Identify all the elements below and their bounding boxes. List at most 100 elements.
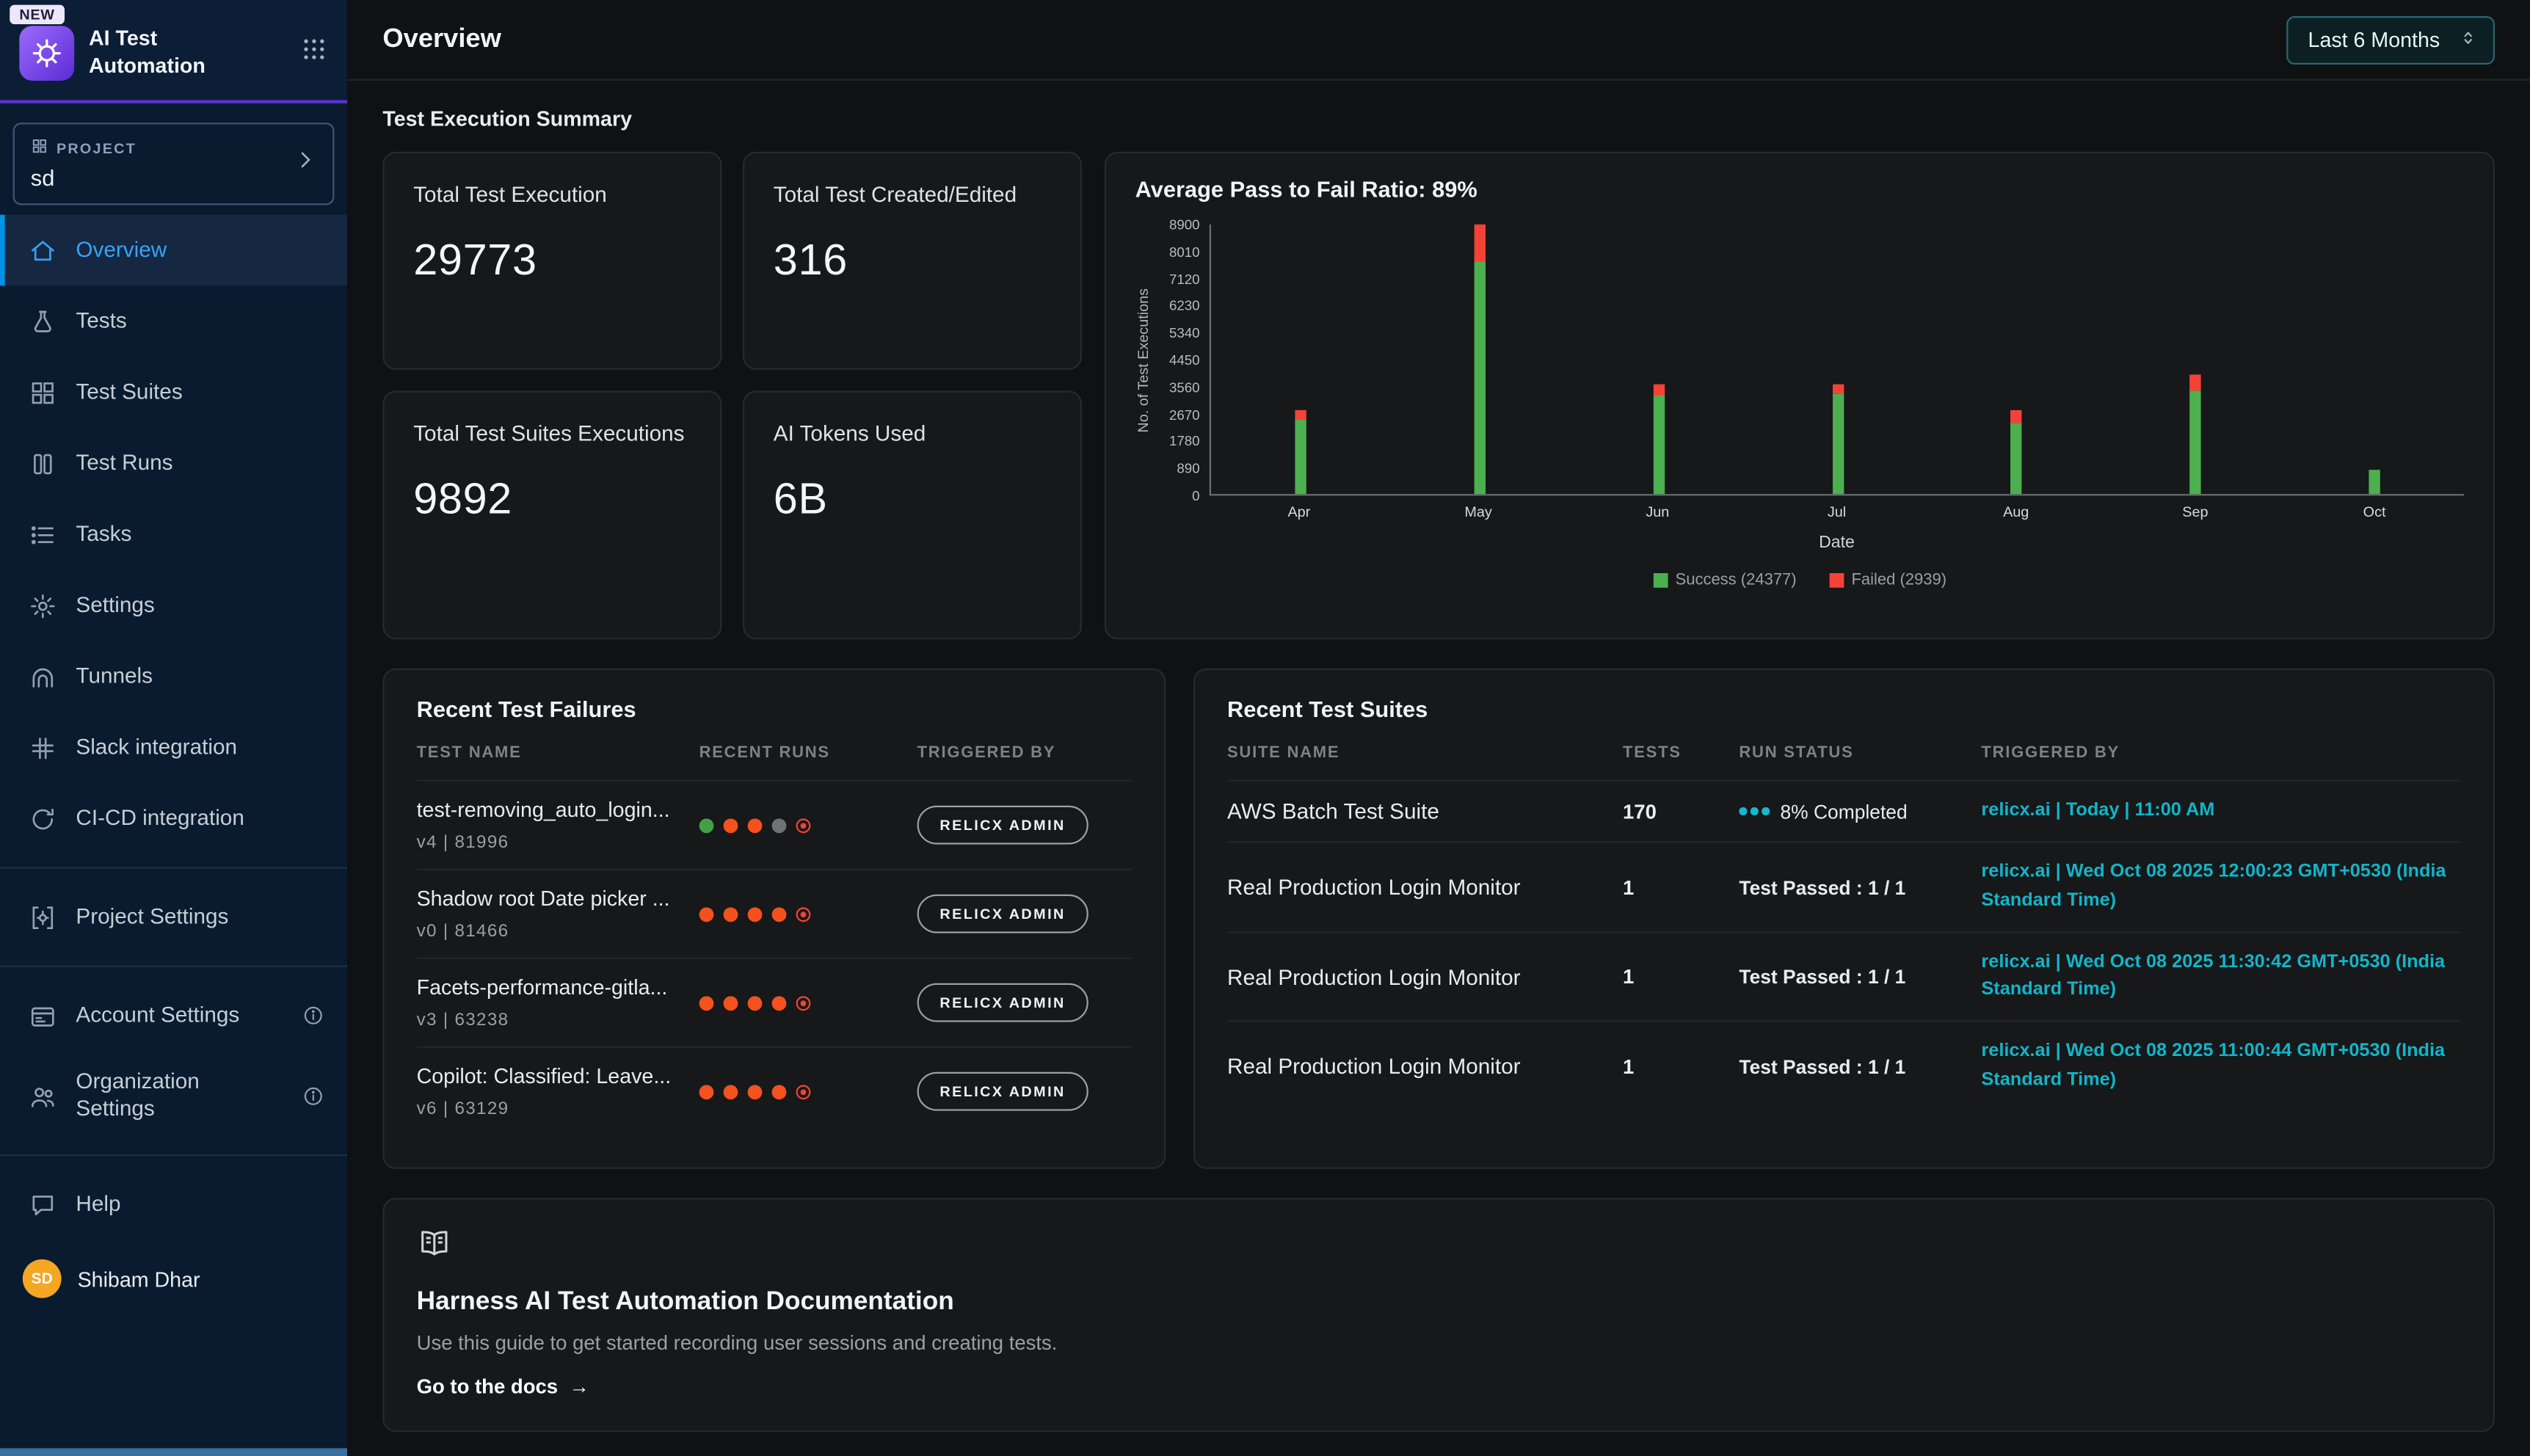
sidebar-item-project-settings[interactable]: Project Settings	[0, 881, 347, 953]
stat-card-suite-executions: Total Test Suites Executions 9892	[382, 390, 721, 639]
run-status-dot-orange	[748, 906, 763, 921]
recent-runs-dots	[699, 995, 917, 1010]
divider	[0, 1154, 347, 1156]
project-settings-gear-icon	[27, 903, 57, 932]
stat-cards: Total Test Execution 29773 Total Test Cr…	[382, 152, 1082, 639]
chevron-right-icon	[294, 148, 316, 179]
chart-title: Average Pass to Fail Ratio: 89%	[1135, 176, 2465, 202]
select-updown-icon	[2460, 26, 2477, 52]
sidebar-item-settings[interactable]: Settings	[0, 570, 347, 641]
info-icon[interactable]	[302, 1004, 324, 1027]
run-status-dot-ring	[796, 906, 811, 921]
suite-row[interactable]: Real Production Login Monitor 1 Test Pas…	[1227, 842, 2461, 931]
suites-title: Recent Test Suites	[1227, 696, 2461, 721]
x-axis-label: Date	[1210, 533, 2464, 552]
run-status-dot-orange	[748, 995, 763, 1010]
stat-value: 29773	[413, 236, 691, 286]
apps-grid-icon[interactable]	[300, 35, 327, 70]
sidebar-item-cicd-integration[interactable]: CI-CD integration	[0, 783, 347, 854]
book-icon	[417, 1240, 452, 1267]
divider	[0, 867, 347, 868]
run-status: Test Passed : 1 / 1	[1739, 876, 1981, 899]
chart-legend: Success (24377) Failed (2939)	[1135, 572, 2465, 589]
project-selector[interactable]: PROJECT sd	[13, 123, 335, 205]
x-tick-label: Aug	[1927, 503, 2106, 520]
info-icon[interactable]	[302, 1085, 324, 1107]
sidebar-item-slack-integration[interactable]: Slack integration	[0, 712, 347, 783]
stat-value: 9892	[413, 475, 691, 525]
sidebar-item-tasks[interactable]: Tasks	[0, 499, 347, 570]
triggered-by-button[interactable]: RELICX ADMIN	[917, 983, 1088, 1022]
main-area: Overview Last 6 Months Test Execution Su…	[347, 0, 2530, 1456]
run-status-dot-orange	[724, 995, 738, 1010]
failures-title: Recent Test Failures	[417, 696, 1133, 721]
bar-sep	[2106, 225, 2285, 494]
triggered-by-button[interactable]: RELICX ADMIN	[917, 1072, 1088, 1111]
triggered-by-link[interactable]: relicx.ai | Wed Oct 08 2025 11:30:42 GMT…	[1981, 949, 2460, 1005]
sidebar-bottom-bar	[0, 1448, 347, 1456]
y-tick-label: 0	[1192, 487, 1199, 503]
go-to-docs-link[interactable]: Go to the docs →	[417, 1375, 2461, 1398]
sidebar-item-account-settings[interactable]: Account Settings	[0, 980, 347, 1051]
recent-runs-dots	[699, 1084, 917, 1099]
project-grid-icon	[31, 137, 48, 159]
test-runs-icon	[27, 449, 57, 478]
tasks-list-icon	[27, 520, 57, 549]
project-name: sd	[31, 164, 137, 190]
suite-row[interactable]: Real Production Login Monitor 1 Test Pas…	[1227, 1021, 2461, 1110]
triggered-by-button[interactable]: RELICX ADMIN	[917, 806, 1088, 845]
run-status-dot-green	[699, 818, 714, 832]
sidebar-item-organization-settings[interactable]: Organization Settings	[0, 1051, 347, 1141]
sidebar: NEW AI Test Automation PROJECT sd	[0, 0, 347, 1456]
user-name: Shibam Dhar	[78, 1267, 200, 1291]
failures-table-header: TEST NAME RECENT RUNS TRIGGERED BY	[417, 721, 1133, 779]
run-status-dot-orange	[748, 818, 763, 832]
sidebar-item-test-runs[interactable]: Test Runs	[0, 428, 347, 499]
x-tick-label: Jul	[1747, 503, 1926, 520]
recent-runs-dots	[699, 818, 917, 832]
run-status-dot-orange	[772, 1084, 787, 1099]
divider	[0, 966, 347, 967]
bar-chart-plot	[1210, 225, 2464, 496]
failure-row[interactable]: Facets-performance-gitla...v3 | 63238 RE…	[417, 958, 1133, 1046]
time-range-select[interactable]: Last 6 Months	[2287, 15, 2495, 64]
sidebar-item-tests[interactable]: Tests	[0, 285, 347, 357]
content: Test Execution Summary Total Test Execut…	[347, 81, 2530, 1432]
pass-fail-chart-card: Average Pass to Fail Ratio: 89% No. of T…	[1105, 152, 2495, 639]
bar-oct	[2285, 225, 2464, 494]
y-axis-ticks: 0890178026703560445053406230712080108900	[1152, 225, 1210, 496]
help-chat-icon	[27, 1190, 57, 1219]
x-tick-label: May	[1389, 503, 1568, 520]
bar-apr	[1211, 225, 1390, 494]
bar-jun	[1569, 225, 1748, 494]
legend-item: Failed (2939)	[1829, 572, 1946, 589]
run-status-dot-orange	[699, 1084, 714, 1099]
y-tick-label: 4450	[1169, 352, 1200, 368]
triggered-by-link[interactable]: relicx.ai | Wed Oct 08 2025 11:00:44 GMT…	[1981, 1038, 2460, 1094]
run-status-dot-orange	[724, 906, 738, 921]
triggered-by-link[interactable]: relicx.ai | Wed Oct 08 2025 12:00:23 GMT…	[1981, 859, 2460, 915]
stat-card-total-test-created: Total Test Created/Edited 316	[743, 152, 1082, 370]
sidebar-item-test-suites[interactable]: Test Suites	[0, 357, 347, 428]
failure-row[interactable]: Copilot: Classified: Leave...v6 | 63129 …	[417, 1046, 1133, 1135]
suite-row[interactable]: AWS Batch Test Suite 170 8% Completed re…	[1227, 780, 2461, 842]
page-title: Overview	[382, 24, 501, 55]
failure-row[interactable]: test-removing_auto_login...v4 | 81996 RE…	[417, 780, 1133, 869]
y-tick-label: 2670	[1169, 407, 1200, 423]
bar-may	[1390, 225, 1569, 494]
suite-row[interactable]: Real Production Login Monitor 1 Test Pas…	[1227, 931, 2461, 1021]
run-status-dot-orange	[724, 1084, 738, 1099]
failure-row[interactable]: Shadow root Date picker ...v0 | 81466 RE…	[417, 869, 1133, 958]
legend-item: Success (24377)	[1653, 572, 1797, 589]
run-status-dot-orange	[772, 906, 787, 921]
y-axis-label: No. of Test Executions	[1135, 225, 1152, 496]
sidebar-item-tunnels[interactable]: Tunnels	[0, 641, 347, 712]
recent-test-suites-card: Recent Test Suites SUITE NAME TESTS RUN …	[1193, 669, 2495, 1169]
run-status-dot-orange	[748, 1084, 763, 1099]
user-profile[interactable]: SD Shibam Dhar	[0, 1243, 347, 1314]
avatar: SD	[23, 1259, 62, 1298]
triggered-by-link[interactable]: relicx.ai | Today | 11:00 AM	[1981, 798, 2460, 826]
sidebar-item-overview[interactable]: Overview	[0, 215, 347, 286]
triggered-by-button[interactable]: RELICX ADMIN	[917, 895, 1088, 933]
sidebar-item-help[interactable]: Help	[0, 1169, 347, 1240]
